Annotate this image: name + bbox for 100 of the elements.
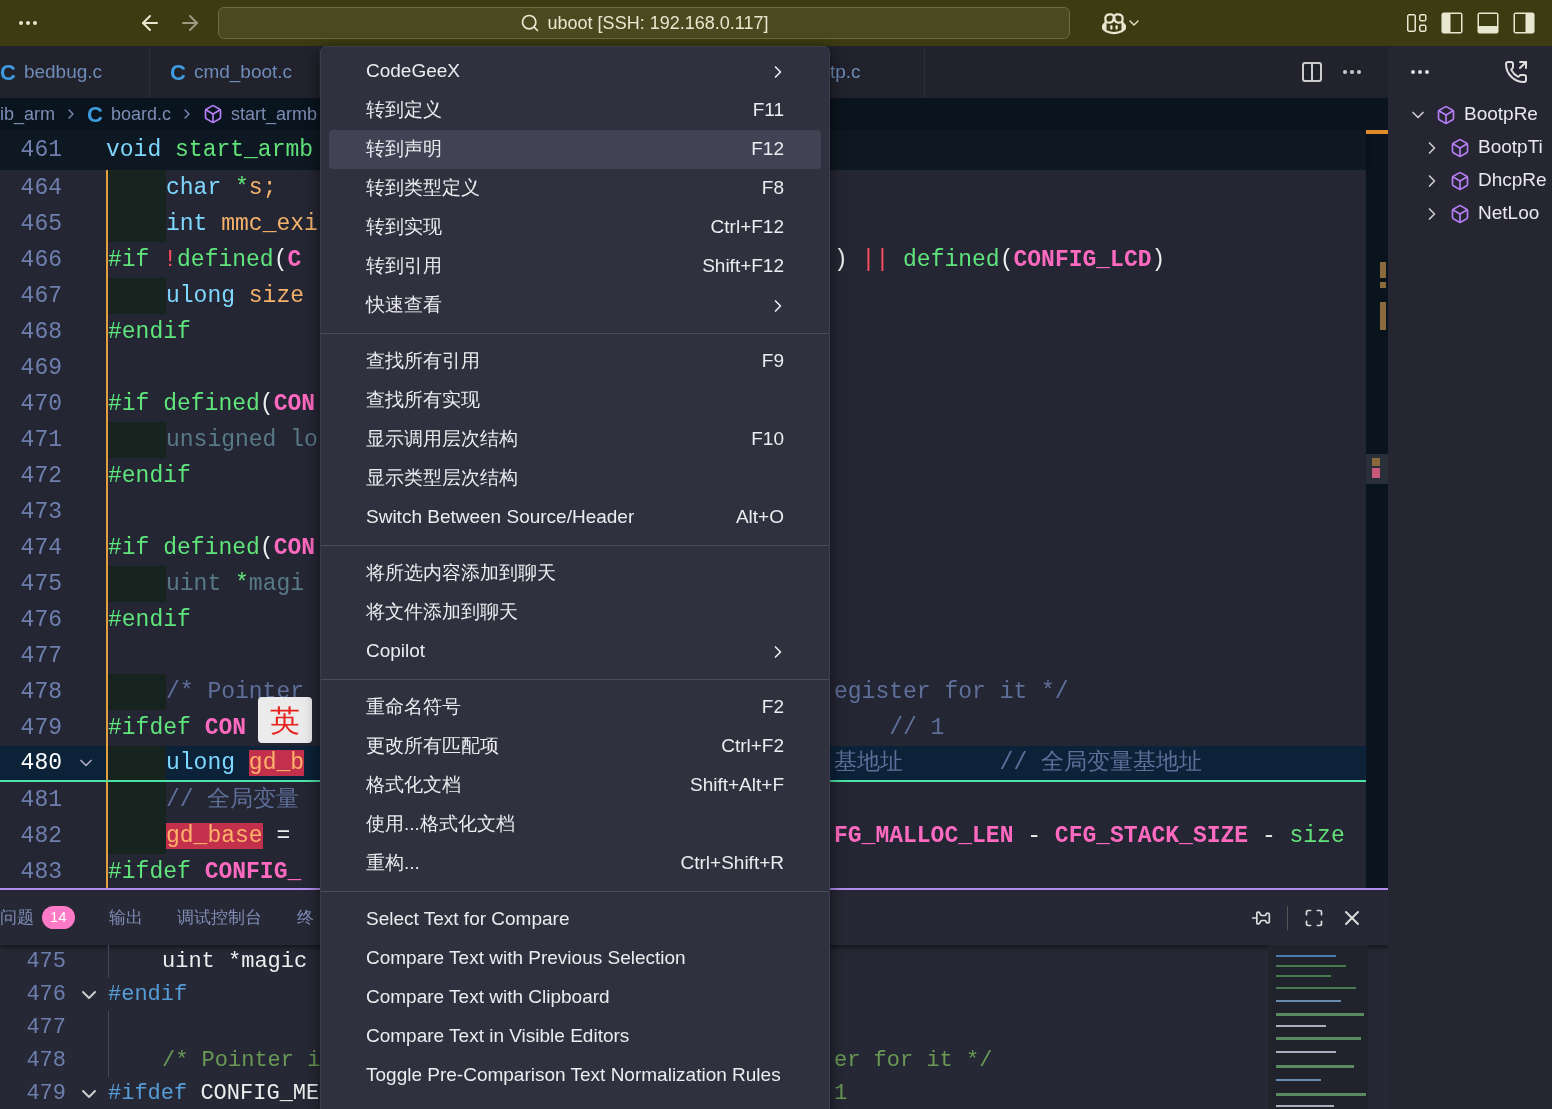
line-number: 476 xyxy=(20,606,62,633)
keyboard-shortcut: F11 xyxy=(752,98,784,123)
menu-item[interactable]: 转到定义 F11 xyxy=(329,91,821,130)
menu-item[interactable]: 显示类型层次结构 xyxy=(329,459,821,498)
menu-item[interactable]: 快速查看 xyxy=(329,286,821,325)
line-number: 483 xyxy=(20,858,62,885)
menu-item[interactable]: Select Text for Compare xyxy=(329,900,821,939)
menu-item[interactable]: 查找所有引用 F9 xyxy=(329,342,821,381)
right-sidebar-icon[interactable] xyxy=(1512,11,1536,35)
line-number: 474 xyxy=(20,534,62,561)
code-text: 1 xyxy=(834,1081,848,1106)
indent-shade xyxy=(108,566,166,602)
line-number: 470 xyxy=(20,390,62,417)
keyboard-shortcut: F12 xyxy=(751,137,784,162)
line-number: 465 xyxy=(20,210,62,237)
breadcrumb-item[interactable]: ib_arm xyxy=(0,100,56,128)
menu-item[interactable]: CodeGeeX xyxy=(329,52,821,91)
code-text: egister for it */ xyxy=(834,678,1069,705)
panel-tab[interactable]: 终 xyxy=(296,904,314,931)
menu-item[interactable]: 转到声明 F12 xyxy=(329,130,821,169)
code-text: #if defined(CON xyxy=(108,389,316,419)
menu-item[interactable]: 使用...格式化文档 xyxy=(329,805,821,844)
outline-item[interactable]: BootpTi xyxy=(1388,131,1552,164)
code-text: unsigned lo xyxy=(166,425,318,455)
menu-item[interactable]: 重构... Ctrl+Shift+R xyxy=(329,844,821,883)
line-number: 469 xyxy=(20,354,62,381)
panel-tab[interactable]: 问题 14 xyxy=(0,904,75,931)
breadcrumb-item[interactable]: start_armb xyxy=(230,100,317,128)
outline-item[interactable]: DhcpRe xyxy=(1388,164,1552,197)
copilot-icon[interactable] xyxy=(1102,11,1126,35)
code-text: #endif xyxy=(108,461,191,491)
indent-shade xyxy=(108,782,166,818)
menu-item[interactable]: Compare Text with Previous Selection xyxy=(329,939,821,978)
indent-shade xyxy=(108,422,166,458)
menu-item[interactable]: Toggle Pre-Comparison Text Normalization Rules xyxy=(329,1056,821,1095)
menu-item[interactable]: 格式化文档 Shift+Alt+F xyxy=(329,766,821,805)
code-text: #if defined(CON xyxy=(108,533,316,563)
outline-item[interactable]: NetLoo xyxy=(1388,197,1552,230)
indent-shade xyxy=(108,278,166,314)
count-badge: 14 xyxy=(42,906,75,929)
cube-icon xyxy=(1450,203,1470,224)
line-number: 482 xyxy=(20,822,62,849)
line-number: 475 xyxy=(26,949,66,974)
code-text: #endif xyxy=(108,981,188,1009)
phone-icon[interactable] xyxy=(1504,60,1528,84)
code-text: uint *magic xyxy=(162,948,308,976)
menu-item[interactable]: 将所选内容添加到聊天 xyxy=(329,554,821,593)
line-number: 466 xyxy=(20,246,62,273)
panel-icon[interactable] xyxy=(1476,11,1500,35)
menu-item[interactable]: Copilot xyxy=(329,632,821,671)
indent-shade xyxy=(108,818,166,854)
menu-item[interactable]: 查找所有实现 xyxy=(329,381,821,420)
layout-icon[interactable] xyxy=(1404,11,1428,35)
menu-item[interactable]: 转到实现 Ctrl+F12 xyxy=(329,208,821,247)
line-number: 475 xyxy=(20,570,62,597)
indent-shade xyxy=(108,746,166,780)
menu-item[interactable]: Switch Between Source/Header Alt+O xyxy=(329,498,821,537)
menu-item[interactable]: 转到引用 Shift+F12 xyxy=(329,247,821,286)
maximize-icon[interactable] xyxy=(1304,907,1324,928)
indent-shade xyxy=(108,674,166,710)
cube-icon xyxy=(1436,104,1456,125)
breadcrumb-item[interactable]: board.c xyxy=(110,100,171,128)
c-file-icon: C xyxy=(170,55,186,89)
menu-item[interactable]: Compare Text with Clipboard xyxy=(329,978,821,1017)
search-field[interactable]: uboot [SSH: 192.168.0.117] xyxy=(218,7,1070,39)
keyboard-shortcut: Shift+Alt+F xyxy=(690,773,784,798)
cube-icon xyxy=(202,104,223,124)
code-text: 基地址 // 全局变量基地址 xyxy=(834,749,1203,776)
menu-item[interactable]: 显示调用层次结构 F10 xyxy=(329,420,821,459)
line-number: 479 xyxy=(26,1081,66,1106)
code-text: uint *magi xyxy=(166,569,305,599)
line-number: 471 xyxy=(20,426,62,453)
code-text: #ifdef CONFIG_ xyxy=(108,857,302,887)
menu-item[interactable]: 转到类型定义 F8 xyxy=(329,169,821,208)
c-file-icon: C xyxy=(0,55,16,89)
code-text: #endif xyxy=(108,317,191,347)
line-number: 479 xyxy=(20,714,62,741)
code-text: /* Pointer i xyxy=(162,1047,321,1075)
menu-item[interactable]: Compare Text in Visible Editors xyxy=(329,1017,821,1056)
split-editor-icon[interactable] xyxy=(1300,60,1324,84)
keyboard-shortcut: F10 xyxy=(751,427,784,452)
code-text: ) || defined(CONFIG_LCD) xyxy=(834,246,1166,273)
line-number: 473 xyxy=(20,498,62,525)
search-icon xyxy=(519,13,540,33)
panel-tab[interactable]: 输出 xyxy=(108,904,143,931)
line-number: 472 xyxy=(20,462,62,489)
keyboard-shortcut: Alt+O xyxy=(735,505,784,530)
outline-item[interactable]: BootpRe xyxy=(1388,98,1552,131)
keyboard-shortcut: Shift+F12 xyxy=(702,254,784,279)
keyboard-shortcut: F8 xyxy=(761,176,784,201)
left-sidebar-icon[interactable] xyxy=(1440,11,1464,35)
menu-item[interactable]: 重命名符号 F2 xyxy=(329,688,821,727)
cube-icon xyxy=(1450,170,1470,191)
menu-item[interactable]: 更改所有匹配项 Ctrl+F2 xyxy=(329,727,821,766)
code-text: er for it */ xyxy=(834,1048,993,1073)
line-number: 477 xyxy=(20,642,62,669)
menu-item[interactable]: 将文件添加到聊天 xyxy=(329,593,821,632)
keyboard-shortcut: Ctrl+F12 xyxy=(710,215,784,240)
panel-tab[interactable]: 调试控制台 xyxy=(176,904,262,931)
line-number: 478 xyxy=(26,1048,66,1073)
